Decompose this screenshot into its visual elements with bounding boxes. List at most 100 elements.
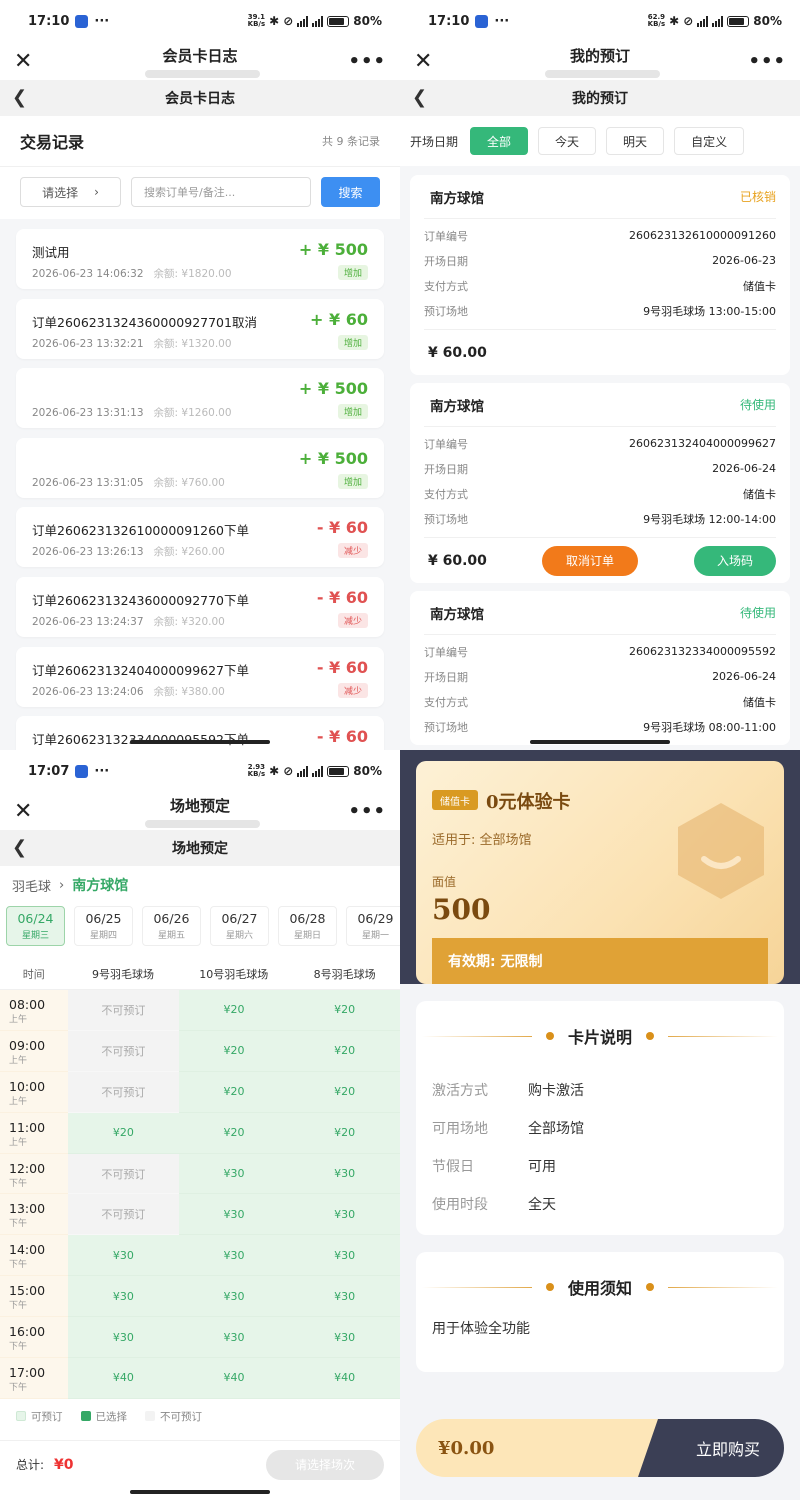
blurred-subtitle xyxy=(145,70,260,78)
slot-available[interactable]: ¥30 xyxy=(289,1153,400,1195)
payment-method-label: 支付方式 xyxy=(424,279,468,293)
search-bar: 请选择 › 搜索订单号/备注... 搜索 xyxy=(0,166,400,219)
transaction-item[interactable]: 订单260623132610000091260下单 2026-06-23 13:2… xyxy=(16,507,384,568)
signal-icon-2 xyxy=(712,15,724,27)
date-tab[interactable]: 06/29 星期一 xyxy=(346,906,400,946)
chevron-right-icon: › xyxy=(59,877,65,893)
time-slot-row: 12:00 下午 不可预订 ¥30 ¥30 xyxy=(0,1153,400,1195)
slot-available[interactable]: ¥30 xyxy=(178,1276,290,1318)
transaction-item[interactable]: 测试用 2026-06-23 14:06:32 余额: ¥1820.00 + ¥ 50… xyxy=(16,229,384,289)
blurred-subtitle xyxy=(145,820,260,828)
transaction-balance: 余额: ¥380.00 xyxy=(154,686,225,698)
slot-available[interactable]: ¥20 xyxy=(178,1030,290,1072)
total-label: 总计: xyxy=(16,1458,45,1472)
transaction-item[interactable]: 订单2606231324360000927701取消 2026-06-23 13:… xyxy=(16,298,384,359)
slot-available[interactable]: ¥40 xyxy=(68,1358,179,1399)
date-tab[interactable]: 06/28 星期日 xyxy=(278,906,337,946)
date-tab[interactable]: 06/25 星期四 xyxy=(74,906,133,946)
back-icon[interactable]: ❮ xyxy=(412,87,427,108)
order-card[interactable]: 南方球馆 已核销 订单编号 260623132610000091260 开场日期 2026… xyxy=(410,175,790,375)
time-cell: 08:00 上午 xyxy=(0,990,69,1031)
order-card[interactable]: 南方球馆 待使用 订单编号 260623132334000095592 开场日期 2026… xyxy=(410,591,790,745)
slot-available[interactable]: ¥30 xyxy=(178,1194,290,1236)
record-count: 共 9 条记录 xyxy=(322,135,380,148)
slot-available[interactable]: ¥30 xyxy=(178,1317,290,1359)
time-cell: 17:00 下午 xyxy=(0,1358,69,1399)
slot-available[interactable]: ¥40 xyxy=(178,1358,290,1399)
filter-custom[interactable]: 自定义 xyxy=(674,127,745,155)
type-select[interactable]: 请选择 › xyxy=(20,177,121,207)
slot-available[interactable]: ¥20 xyxy=(178,990,290,1031)
court-grid-header: 时间 9号羽毛球场 10号羽毛球场 8号羽毛球场 xyxy=(0,958,400,990)
transaction-item[interactable]: 2026-06-23 13:31:05 余额: ¥760.00 + ¥ 500 增加 xyxy=(16,437,384,498)
search-button[interactable]: 搜索 xyxy=(321,177,380,207)
filter-today[interactable]: 今天 xyxy=(538,127,597,155)
bluetooth-icon: ✱ xyxy=(669,14,680,28)
slot-available[interactable]: ¥20 xyxy=(289,990,400,1031)
slot-available[interactable]: ¥30 xyxy=(68,1317,179,1359)
order-header: 南方球馆 已核销 xyxy=(424,175,776,219)
time-cell: 10:00 上午 xyxy=(0,1071,69,1113)
order-card[interactable]: 南方球馆 待使用 订单编号 260623132404000099627 开场日期 2026… xyxy=(410,383,790,583)
select-session-button[interactable]: 请选择场次 xyxy=(266,1449,384,1480)
order-footer: ¥ 60.00 xyxy=(424,329,776,375)
date-tab[interactable]: 06/27 星期六 xyxy=(210,906,269,946)
search-input[interactable]: 搜索订单号/备注... xyxy=(131,177,311,207)
date-tab[interactable]: 06/24 星期三 xyxy=(6,906,65,946)
breadcrumb-venue[interactable]: 南方球馆 xyxy=(72,875,128,895)
slot-available[interactable]: ¥30 xyxy=(289,1194,400,1236)
filter-all[interactable]: 全部 xyxy=(470,127,529,155)
filter-tomorrow[interactable]: 明天 xyxy=(606,127,665,155)
transaction-meta: 2026-06-23 13:31:13 余额: ¥1260.00 xyxy=(32,405,232,420)
transaction-item[interactable]: 订单260623132404000099627下单 2026-06-23 13:2… xyxy=(16,646,384,707)
balance-label: 余额: xyxy=(153,337,179,350)
slot-hour: 14:00 xyxy=(9,1242,46,1258)
slot-available[interactable]: ¥30 xyxy=(289,1235,400,1277)
slot-available[interactable]: ¥30 xyxy=(289,1317,400,1359)
transaction-time: 2026-06-23 13:24:06 xyxy=(32,685,144,698)
slot-available[interactable]: ¥30 xyxy=(178,1235,290,1277)
transaction-item[interactable]: 订单260623132334000095592下单 - ¥ 60 xyxy=(16,716,384,750)
status-dots: ··· xyxy=(94,763,110,779)
date-tab[interactable]: 06/26 星期五 xyxy=(142,906,201,946)
slot-available[interactable]: ¥30 xyxy=(178,1153,290,1195)
transaction-amount: - ¥ 60 xyxy=(316,518,368,538)
order-date-label: 开场日期 xyxy=(424,254,468,268)
slot-period: 上午 xyxy=(9,1015,28,1025)
signal-icon-2 xyxy=(312,15,324,27)
booked-court-row: 预订场地 9号羽毛球场 12:00-14:00 xyxy=(424,506,776,531)
slot-available[interactable]: ¥20 xyxy=(68,1112,179,1154)
slot-available[interactable]: ¥20 xyxy=(289,1071,400,1113)
transaction-item[interactable]: 2026-06-23 13:31:13 余额: ¥1260.00 + ¥ 500 增加 xyxy=(16,368,384,429)
buy-now-button[interactable]: 立即购买 xyxy=(638,1419,784,1477)
slot-available[interactable]: ¥30 xyxy=(68,1276,179,1318)
balance-value: ¥320.00 xyxy=(181,615,225,628)
legend-na: 不可预订 xyxy=(145,1409,202,1424)
slot-available[interactable]: ¥30 xyxy=(289,1276,400,1318)
breadcrumb-sport[interactable]: 羽毛球 xyxy=(12,876,51,895)
booked-court-value: 9号羽毛球场 08:00-11:00 xyxy=(643,720,776,734)
slot-available[interactable]: ¥20 xyxy=(289,1112,400,1154)
network-speed: 39.1 KB/s xyxy=(247,13,266,28)
order-date-row: 开场日期 2026-06-23 xyxy=(424,248,776,273)
date-selector: 06/24 星期三 06/25 星期四 06/26 星期五 06/27 星期六 06/28 星期日… xyxy=(0,904,400,950)
app-notification-icon xyxy=(475,14,489,28)
transaction-balance: 余额: ¥260.00 xyxy=(154,546,225,558)
back-icon[interactable]: ❮ xyxy=(12,837,27,858)
slot-available[interactable]: ¥20 xyxy=(289,1030,400,1072)
transaction-tag: 增加 xyxy=(337,404,368,420)
cancel-order-button[interactable]: 取消订单 xyxy=(542,545,638,576)
transaction-item[interactable]: 订单260623132436000092770下单 2026-06-23 13:2… xyxy=(16,576,384,637)
entry-code-button[interactable]: 入场码 xyxy=(694,545,776,576)
slot-available[interactable]: ¥40 xyxy=(289,1358,400,1399)
battery-icon xyxy=(327,15,350,27)
miniapp-title: 会员卡日志 xyxy=(162,47,238,65)
slot-available[interactable]: ¥20 xyxy=(178,1071,290,1113)
section-header: 交易记录 共 9 条记录 xyxy=(0,116,400,166)
time-cell: 11:00 上午 xyxy=(0,1112,69,1154)
slot-available[interactable]: ¥20 xyxy=(178,1112,290,1154)
slot-available[interactable]: ¥30 xyxy=(68,1235,179,1277)
section-title-row: 使用须知 xyxy=(416,1252,784,1322)
order-price: ¥ 60.00 xyxy=(428,344,487,361)
back-icon[interactable]: ❮ xyxy=(12,87,27,108)
